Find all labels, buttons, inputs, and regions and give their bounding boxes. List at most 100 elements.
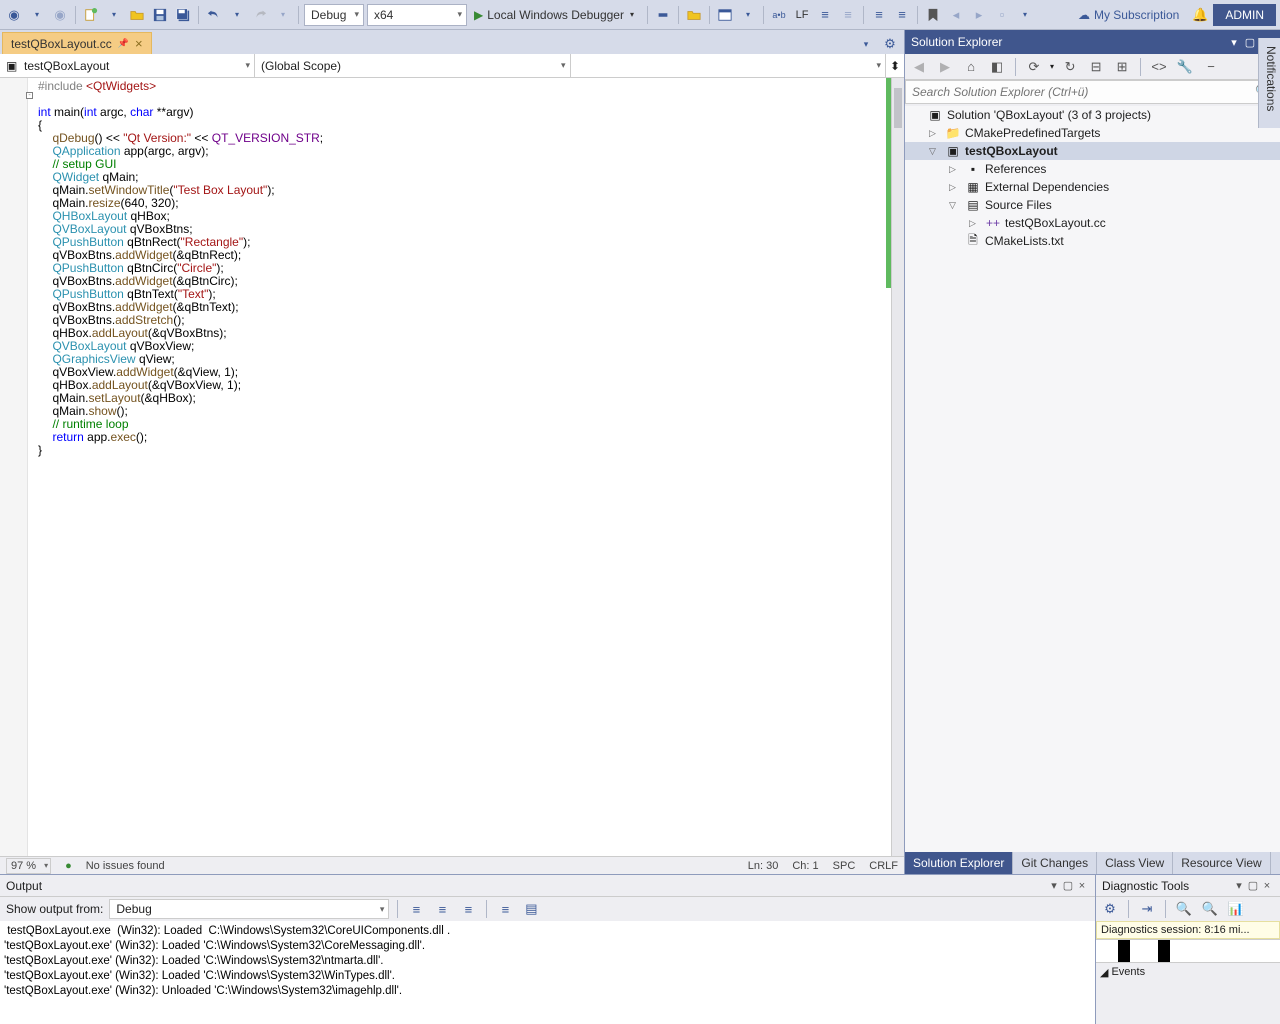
solution-explorer-titlebar[interactable]: Solution Explorer ▾ ▢ × (905, 30, 1280, 54)
output-pin-icon[interactable]: ▢ (1061, 879, 1075, 892)
notifications-bell-icon[interactable]: 🔔 (1190, 5, 1210, 25)
tree-extdeps-node[interactable]: ▷▦ External Dependencies (905, 178, 1280, 196)
undo-icon[interactable] (204, 5, 224, 25)
split-editor-icon[interactable]: ⬍ (886, 54, 904, 77)
platform-dropdown[interactable]: x64 (367, 4, 467, 26)
comment-icon[interactable]: ≡ (869, 5, 889, 25)
se-home-icon[interactable]: ⌂ (961, 57, 981, 77)
diag-events-header[interactable]: ◢ Events (1096, 963, 1280, 981)
tree-file-node[interactable]: 🗎 CMakeLists.txt (905, 232, 1280, 250)
window-icon[interactable] (715, 5, 735, 25)
zoom-out-icon[interactable]: 🔍 (1200, 899, 1220, 919)
tab-git-changes[interactable]: Git Changes (1013, 852, 1097, 874)
namespace-scope-dropdown[interactable]: (Global Scope) (255, 54, 571, 77)
se-sync-icon[interactable]: ↻ (1060, 57, 1080, 77)
bm-prev-icon[interactable]: ◂ (946, 5, 966, 25)
se-back-icon[interactable]: ◀ (909, 57, 929, 77)
output-source-dropdown[interactable]: Debug (109, 899, 389, 919)
indent-icon[interactable]: ≡ (815, 5, 835, 25)
se-wrench-icon[interactable]: 🔧 (1175, 57, 1195, 77)
col-indicator[interactable]: Ch: 1 (792, 860, 818, 872)
tab-solution-explorer[interactable]: Solution Explorer (905, 852, 1013, 874)
outdent-icon[interactable]: ≡ (838, 5, 858, 25)
ws-icon[interactable]: a•b (769, 5, 789, 25)
bm-clear-icon[interactable]: ▫ (992, 5, 1012, 25)
save-all-icon[interactable] (173, 5, 193, 25)
open-icon[interactable] (127, 5, 147, 25)
se-showall-icon[interactable]: ⊞ (1112, 57, 1132, 77)
subscription-link[interactable]: ☁ My Subscription (1070, 8, 1187, 22)
pin-icon[interactable]: 📌 (118, 38, 129, 49)
diag-titlebar[interactable]: Diagnostic Tools ▾ ▢ × (1096, 875, 1280, 897)
member-scope-dropdown[interactable] (571, 54, 887, 77)
tree-solution-node[interactable]: ▣ Solution 'QBoxLayout' (3 of 3 projects… (905, 106, 1280, 124)
close-tab-icon[interactable]: × (135, 36, 143, 51)
solution-tree[interactable]: ▣ Solution 'QBoxLayout' (3 of 3 projects… (905, 106, 1280, 852)
tree-file-node[interactable]: ▷++ testQBoxLayout.cc (905, 214, 1280, 232)
diag-stop-icon[interactable]: ⇥ (1137, 899, 1157, 919)
insert-mode[interactable]: SPC (833, 860, 856, 872)
diag-chart-icon[interactable]: 📊 (1226, 899, 1246, 919)
solution-search-input[interactable] (905, 80, 1280, 104)
output-text[interactable]: testQBoxLayout.exe (Win32): Loaded C:\Wi… (0, 921, 1095, 1024)
bookmark-icon[interactable] (923, 5, 943, 25)
tree-sourcefiles-node[interactable]: ▽▤ Source Files (905, 196, 1280, 214)
new-item-icon[interactable] (81, 5, 101, 25)
window-menu-icon[interactable]: ▾ (1226, 36, 1242, 49)
line-ending-button[interactable]: LF (792, 5, 812, 25)
project-scope-dropdown[interactable]: ▣ testQBoxLayout (0, 54, 255, 77)
se-collapse-icon[interactable]: ⊟ (1086, 57, 1106, 77)
step-icon[interactable] (653, 5, 673, 25)
zoom-in-icon[interactable]: 🔍 (1174, 899, 1194, 919)
nav-back-icon[interactable]: ◉ (4, 5, 24, 25)
tree-project-node[interactable]: ▽▣ testQBoxLayout (905, 142, 1280, 160)
nav-back-dd-icon[interactable]: ▾ (27, 5, 47, 25)
tree-references-node[interactable]: ▷▪ References (905, 160, 1280, 178)
diag-close-icon[interactable]: × (1260, 880, 1274, 892)
diag-settings-icon[interactable]: ⚙ (1100, 899, 1120, 919)
out-wrap-icon[interactable]: ≡ (495, 899, 515, 919)
out-prev-icon[interactable]: ≡ (406, 899, 426, 919)
editor-scrollbar[interactable] (891, 78, 904, 856)
eol-indicator[interactable]: CRLF (869, 860, 898, 872)
bm-dd-icon[interactable]: ▾ (1015, 5, 1035, 25)
diag-timeline[interactable] (1096, 939, 1280, 963)
tab-resource-view[interactable]: Resource View (1173, 852, 1270, 874)
document-tab[interactable]: testQBoxLayout.cc 📌 × (2, 32, 152, 54)
out-goto-icon[interactable]: ▤ (521, 899, 541, 919)
code-editor[interactable]: - #include <QtWidgets> int main(int argc… (0, 78, 904, 856)
bm-next-icon[interactable]: ▸ (969, 5, 989, 25)
tab-class-view[interactable]: Class View (1097, 852, 1173, 874)
diag-pin-icon[interactable]: ▢ (1246, 879, 1260, 892)
output-titlebar[interactable]: Output ▾ ▢ × (0, 875, 1095, 897)
se-fwd-icon[interactable]: ▶ (935, 57, 955, 77)
config-dropdown[interactable]: Debug (304, 4, 364, 26)
redo-icon[interactable] (250, 5, 270, 25)
save-icon[interactable] (150, 5, 170, 25)
output-close-icon[interactable]: × (1075, 880, 1089, 892)
pin-panel-icon[interactable]: ▢ (1242, 36, 1258, 49)
admin-badge[interactable]: ADMIN (1213, 4, 1276, 26)
tree-folder-node[interactable]: ▷📁 CMakePredefinedTargets (905, 124, 1280, 142)
tab-settings-icon[interactable]: ⚙ (880, 34, 900, 54)
line-indicator[interactable]: Ln: 30 (748, 860, 779, 872)
diag-menu-icon[interactable]: ▾ (1232, 879, 1246, 892)
tab-overflow-icon[interactable]: ▾ (856, 34, 876, 54)
se-switch-icon[interactable]: ◧ (987, 57, 1007, 77)
out-next-icon[interactable]: ≡ (432, 899, 452, 919)
window-dd-icon[interactable]: ▾ (738, 5, 758, 25)
se-filter-icon[interactable]: ⟳ (1024, 57, 1044, 77)
undo-dd-icon[interactable]: ▾ (227, 5, 247, 25)
se-minus-icon[interactable]: − (1201, 57, 1221, 77)
uncomment-icon[interactable]: ≡ (892, 5, 912, 25)
out-clear-icon[interactable]: ≡ (458, 899, 478, 919)
folder-icon[interactable] (684, 5, 704, 25)
start-debug-button[interactable]: ▶ Local Windows Debugger ▾ (470, 4, 642, 26)
se-code-icon[interactable]: <> (1149, 57, 1169, 77)
fold-icon[interactable]: - (26, 92, 33, 99)
new-item-dd-icon[interactable]: ▾ (104, 5, 124, 25)
zoom-dropdown[interactable]: 97 % (6, 858, 51, 874)
redo-dd-icon[interactable]: ▾ (273, 5, 293, 25)
notifications-vertical-tab[interactable]: Notifications (1258, 38, 1280, 128)
output-menu-icon[interactable]: ▾ (1047, 879, 1061, 892)
